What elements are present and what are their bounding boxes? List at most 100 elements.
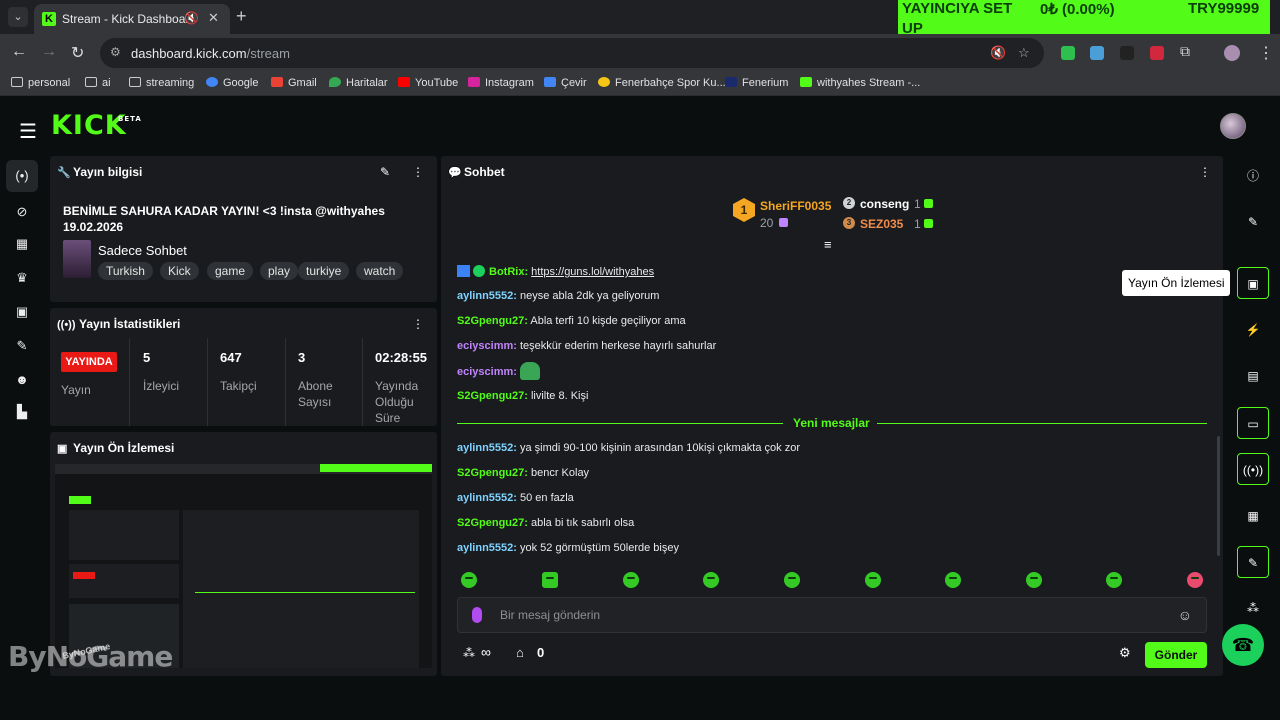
extension-shield-icon[interactable]: [1061, 46, 1075, 60]
emote-button[interactable]: [542, 572, 558, 588]
emote-button[interactable]: [703, 572, 719, 588]
tag-pill[interactable]: game: [207, 262, 254, 280]
info-icon[interactable]: ⓘ: [1237, 160, 1269, 192]
bookmark-link[interactable]: Instagram: [468, 77, 534, 89]
forward-arrow-icon[interactable]: →: [41, 43, 57, 61]
collapse-leaderboard-icon[interactable]: ≡: [824, 237, 832, 252]
panel-more-icon[interactable]: ⋮: [412, 317, 424, 331]
extensions-puzzle-icon[interactable]: ⧉: [1180, 43, 1190, 60]
url-field[interactable]: ⚙ dashboard.kick.com/stream 🔇 ☆: [100, 38, 1044, 68]
bookmark-link[interactable]: Fenerium: [725, 77, 788, 89]
chat-username[interactable]: aylinn5552:: [457, 492, 517, 504]
video-toggle-icon[interactable]: ▦: [1237, 500, 1269, 532]
stream-broadcast-icon[interactable]: (•): [6, 160, 38, 192]
user-avatar[interactable]: [1220, 113, 1246, 139]
browser-menu-icon[interactable]: ⋮: [1258, 43, 1274, 63]
bookmark-link[interactable]: Fenerbahçe Spor Ku...: [598, 77, 726, 89]
send-button[interactable]: Gönder: [1145, 642, 1207, 668]
trophy-icon[interactable]: ♛: [10, 264, 34, 292]
edit-pencil-icon[interactable]: ✎: [380, 165, 390, 179]
emote-button[interactable]: [945, 572, 961, 588]
site-info-icon[interactable]: ⚙: [110, 45, 121, 59]
bookmark-folder[interactable]: ai: [85, 77, 111, 89]
chat-username[interactable]: S2Gpengu27:: [457, 467, 528, 479]
chat-username[interactable]: aylinn5552:: [457, 290, 517, 302]
stream-preview-thumbnail[interactable]: [55, 464, 432, 668]
kick-logo[interactable]: KICK BETA: [51, 110, 141, 141]
creator-icon[interactable]: ▙: [10, 398, 34, 426]
chat-username[interactable]: aylinn5552:: [457, 442, 517, 454]
chat-settings-gear-icon[interactable]: ⚙: [1119, 645, 1131, 661]
emote-button[interactable]: [623, 572, 639, 588]
tab-muted-speaker-icon[interactable]: 🔇: [184, 11, 199, 25]
browser-tab-active[interactable]: K Stream - Kick Dashboard 🔇 ✕: [34, 4, 230, 34]
tag-pill[interactable]: watch: [356, 262, 404, 280]
new-tab-plus-icon[interactable]: +: [236, 6, 247, 27]
panel-more-icon[interactable]: ⋮: [412, 165, 424, 179]
tag-pill[interactable]: Turkish: [98, 262, 153, 280]
tag-pill[interactable]: turkiye: [298, 262, 350, 280]
bookmark-link[interactable]: Çevir: [544, 77, 587, 89]
bookmark-link[interactable]: Gmail: [271, 77, 317, 89]
chat-toggle-icon[interactable]: ▭: [1237, 407, 1269, 439]
bookmark-link[interactable]: withyahes Stream -...: [800, 77, 920, 89]
preview-toggle-icon[interactable]: ▣: [1237, 267, 1269, 299]
notes-icon[interactable]: ▤: [1237, 360, 1269, 392]
extension-red-icon[interactable]: [1150, 46, 1164, 60]
chat-message-input[interactable]: Bir mesaj gönderin ☺: [457, 597, 1207, 633]
profile-avatar-icon[interactable]: [1224, 45, 1240, 61]
stat-value: 647: [220, 350, 242, 365]
bookmark-link[interactable]: YouTube: [398, 77, 458, 89]
tab-close-icon[interactable]: ✕: [208, 10, 219, 26]
chat-username[interactable]: S2Gpengu27:: [457, 390, 528, 402]
reload-icon[interactable]: ↻: [71, 43, 84, 63]
tab-search-chevron-down-icon[interactable]: ⌄: [8, 7, 28, 27]
points-toggle-icon[interactable]: ⁂: [1237, 592, 1269, 624]
wrench-icon[interactable]: ✎: [10, 332, 34, 360]
bookmark-folder[interactable]: personal: [11, 77, 70, 89]
leaderboard-name-3[interactable]: SEZ035: [860, 217, 903, 231]
hamburger-menu-icon[interactable]: ☰: [19, 119, 37, 144]
leaderboard-name-2[interactable]: conseng: [860, 197, 909, 211]
extension-translate-icon[interactable]: [1090, 46, 1104, 60]
chat-username[interactable]: BotRix:: [489, 266, 528, 278]
bookmark-folder[interactable]: streaming: [129, 77, 194, 89]
stream-info-header: 🔧 Yayın bilgisi: [57, 165, 143, 179]
bookmark-link[interactable]: Haritalar: [329, 77, 388, 89]
tab-muted-icon[interactable]: 🔇: [990, 45, 1006, 61]
emote-button[interactable]: [784, 572, 800, 588]
chat-username[interactable]: S2Gpengu27:: [457, 315, 528, 327]
emote-button[interactable]: [865, 572, 881, 588]
chat-username[interactable]: S2Gpengu27:: [457, 517, 528, 529]
store-icon[interactable]: ⌂: [516, 645, 524, 660]
emote-button[interactable]: [1187, 572, 1203, 588]
tag-pill[interactable]: play: [260, 262, 299, 280]
channel-points-icon[interactable]: ⁂: [463, 646, 475, 660]
chat-link[interactable]: https://guns.lol/withyahes: [531, 266, 654, 278]
microphone-icon[interactable]: [472, 607, 482, 623]
wrench-toggle-icon[interactable]: ✎: [1237, 546, 1269, 578]
extension-dark-icon[interactable]: [1120, 46, 1134, 60]
chat-scrollbar[interactable]: [1217, 436, 1220, 556]
analytics-icon[interactable]: ▦: [10, 230, 34, 258]
chat-username[interactable]: eciyscimm:: [457, 366, 517, 378]
chat-username[interactable]: eciyscimm:: [457, 340, 517, 352]
chat-username[interactable]: aylinn5552:: [457, 542, 517, 554]
emote-button[interactable]: [1026, 572, 1042, 588]
emote-button[interactable]: [1106, 572, 1122, 588]
support-headset-button[interactable]: ☎: [1222, 624, 1264, 666]
emoji-picker-icon[interactable]: ☺: [1178, 607, 1192, 623]
community-icon[interactable]: ☻: [10, 366, 34, 394]
edit-pencil-icon[interactable]: ✎: [1237, 206, 1269, 238]
back-arrow-icon[interactable]: ←: [11, 43, 27, 61]
stats-toggle-icon[interactable]: ((•)): [1237, 453, 1269, 485]
video-icon[interactable]: ▣: [10, 298, 34, 326]
link-icon[interactable]: ⊘: [10, 198, 34, 226]
bookmark-link[interactable]: Google: [206, 77, 258, 89]
emote-button[interactable]: [461, 572, 477, 588]
tag-pill[interactable]: Kick: [160, 262, 199, 280]
lightning-icon[interactable]: ⚡: [1237, 314, 1269, 346]
leaderboard-name-1[interactable]: SheriFF0035: [760, 199, 831, 213]
chat-more-icon[interactable]: ⋮: [1199, 165, 1211, 179]
bookmark-star-icon[interactable]: ☆: [1018, 45, 1030, 61]
